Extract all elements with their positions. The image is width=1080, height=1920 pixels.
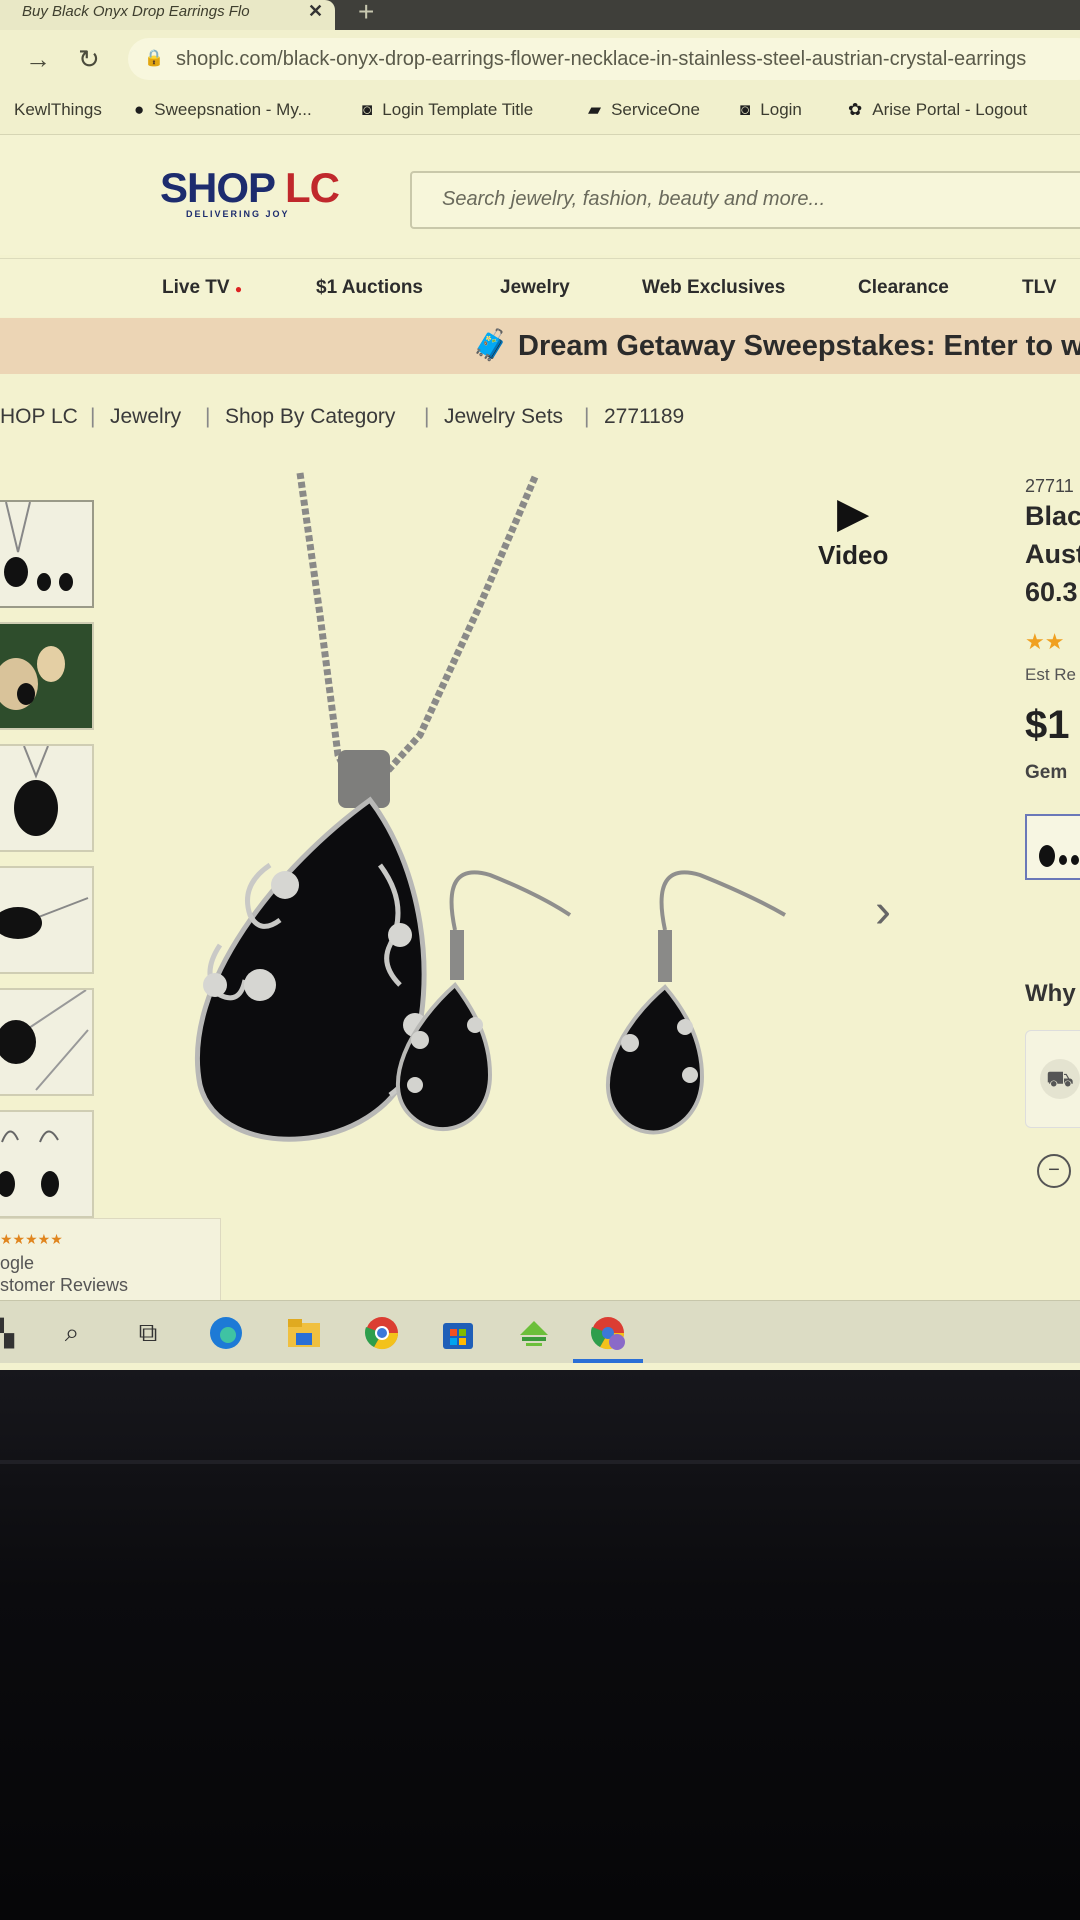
logo-lc-text: LC: [284, 164, 340, 211]
bookmark-site-icon: ●: [134, 100, 145, 119]
browser-tab[interactable]: Buy Black Onyx Drop Earrings Flo ✕: [0, 0, 335, 30]
bookmark-label: Login Template Title: [382, 100, 534, 119]
thumbnail-lifestyle[interactable]: [0, 622, 94, 730]
bookmark-site-icon: ✿: [848, 100, 863, 119]
nav-label: Live TV: [162, 277, 230, 298]
monitor-screen: Buy Black Onyx Drop Earrings Flo ✕ + → ↻…: [0, 0, 1080, 1370]
thumbnail-earrings[interactable]: [0, 1110, 94, 1218]
url-text: shoplc.com/black-onyx-drop-earrings-flow…: [176, 48, 1027, 70]
breadcrumb-sku: 2771189: [604, 405, 685, 428]
breadcrumb-jewelry-sets[interactable]: Jewelry Sets: [444, 405, 563, 429]
reviews-brand-text: ogle: [0, 1253, 35, 1273]
product-price: $1: [1025, 703, 1070, 747]
traveler-icon: 🧳: [472, 329, 510, 362]
breadcrumb-jewelry[interactable]: Jewelry: [110, 405, 181, 429]
forward-arrow-icon[interactable]: →: [25, 44, 51, 75]
bookmark-label: Sweepsnation - My...: [154, 100, 312, 119]
tab-title: Buy Black Onyx Drop Earrings Flo: [22, 3, 250, 20]
monitor-bezel: [0, 1370, 1080, 1920]
variant-swatch[interactable]: [1025, 814, 1080, 880]
new-tab-icon[interactable]: +: [358, 0, 374, 28]
next-image-arrow-icon[interactable]: ›: [875, 884, 891, 939]
site-header: SHOP LC DELIVERING JOY Search jewelry, f…: [0, 135, 1080, 255]
bookmark-label: Arise Portal - Logout: [872, 100, 1028, 119]
store-icon[interactable]: [440, 1315, 476, 1351]
breadcrumb-shop-by-category[interactable]: Shop By Category: [225, 405, 395, 429]
bookmark-site-icon: ▰: [588, 100, 602, 119]
bookmark-label: KewlThings: [14, 100, 102, 119]
windows-taskbar: ▚ ⌕ ⧉: [0, 1300, 1080, 1363]
breadcrumb-separator: |: [90, 405, 96, 428]
logo-shop-text: SHOP: [160, 164, 275, 211]
shipping-card: ⛟: [1025, 1030, 1080, 1128]
minus-circle-icon[interactable]: −: [1037, 1154, 1071, 1188]
reviews-label: stomer Reviews: [0, 1275, 129, 1295]
bezel-edge: [0, 1460, 1080, 1464]
breadcrumb-separator: |: [424, 405, 430, 428]
product-info-panel: 27711 Blac Aust 60.3 ★★ Est Re $1 Gem Wh…: [1025, 476, 1080, 1188]
search-input[interactable]: Search jewelry, fashion, beauty and more…: [410, 171, 1080, 229]
thumbnail-set[interactable]: [0, 500, 94, 608]
bookmark-site-icon: ◙: [740, 100, 751, 119]
live-dot-icon: ●: [234, 282, 243, 296]
browser-tab-strip: Buy Black Onyx Drop Earrings Flo ✕ +: [0, 0, 1080, 30]
app-icon[interactable]: [516, 1315, 552, 1351]
nav-live-tv[interactable]: Live TV ●: [162, 277, 242, 299]
breadcrumb-home[interactable]: HOP LC: [0, 405, 78, 429]
bookmark-login-template[interactable]: ◙ Login Template Title: [362, 100, 533, 120]
url-field[interactable]: 🔒 shoplc.com/black-onyx-drop-earrings-fl…: [128, 38, 1080, 80]
breadcrumb-separator: |: [584, 405, 590, 428]
breadcrumb-separator: |: [205, 405, 211, 428]
thumbnail-angled[interactable]: [0, 988, 94, 1096]
bookmark-label: Login: [760, 100, 802, 119]
promo-banner[interactable]: 🧳 Dream Getaway Sweepstakes: Enter to wi: [0, 318, 1080, 374]
file-explorer-icon[interactable]: [286, 1315, 322, 1351]
promo-text: Dream Getaway Sweepstakes: Enter to wi: [518, 330, 1080, 362]
nav-clearance[interactable]: Clearance: [858, 277, 949, 299]
play-icon: ▶: [837, 489, 870, 536]
video-button[interactable]: ▶ Video: [818, 492, 888, 571]
main-nav: Live TV ● $1 Auctions Jewelry Web Exclus…: [0, 258, 1080, 317]
bookmark-kewlthings[interactable]: KewlThings: [14, 100, 102, 120]
chrome-icon[interactable]: [364, 1315, 400, 1351]
task-view-icon[interactable]: ⧉: [130, 1315, 166, 1351]
bookmark-serviceone[interactable]: ▰ ServiceOne: [588, 100, 700, 120]
bookmark-site-icon: ◙: [362, 100, 373, 119]
product-main-image[interactable]: [120, 465, 880, 1185]
product-title-line: Blac: [1025, 501, 1080, 531]
rating-stars[interactable]: ★★: [1025, 629, 1080, 655]
bookmark-label: ServiceOne: [611, 100, 700, 119]
nav-jewelry[interactable]: Jewelry: [500, 277, 570, 299]
product-sku: 27711: [1025, 476, 1074, 496]
gemstone-label: Gem: [1025, 762, 1068, 783]
shoplc-logo[interactable]: SHOP LC DELIVERING JOY: [160, 164, 340, 220]
close-icon[interactable]: ✕: [308, 1, 323, 22]
lock-icon: 🔒: [144, 50, 164, 67]
active-app-indicator: [573, 1359, 643, 1363]
bookmarks-bar: KewlThings ● Sweepsnation - My... ◙ Login …: [0, 92, 1080, 135]
chrome-profile-icon[interactable]: [590, 1315, 626, 1351]
reviews-stars: ★★★★★: [0, 1231, 63, 1247]
thumbnail-pendant[interactable]: [0, 744, 94, 852]
address-bar-row: → ↻ 🔒 shoplc.com/black-onyx-drop-earring…: [0, 30, 1080, 92]
product-title-line: 60.3: [1025, 577, 1078, 607]
bookmark-arise-portal[interactable]: ✿ Arise Portal - Logout: [848, 100, 1027, 120]
nav-web-exclusives[interactable]: Web Exclusives: [642, 277, 785, 299]
nav-tlv[interactable]: TLV: [1022, 277, 1056, 299]
est-retail-label: Est Re: [1025, 665, 1077, 684]
bookmark-sweepsnation[interactable]: ● Sweepsnation - My...: [134, 100, 312, 120]
thumbnail-side-view[interactable]: [0, 866, 94, 974]
product-title-line: Aust: [1025, 539, 1080, 569]
bookmark-login[interactable]: ◙ Login: [740, 100, 802, 120]
reload-icon[interactable]: ↻: [78, 44, 100, 75]
google-reviews-badge[interactable]: ★★★★★ ogle stomer Reviews: [0, 1218, 221, 1302]
why-buy-heading: Why: [1025, 980, 1076, 1007]
nav-auctions[interactable]: $1 Auctions: [316, 277, 423, 299]
start-icon[interactable]: ▚: [0, 1315, 22, 1351]
video-label: Video: [818, 540, 889, 570]
truck-icon: ⛟: [1040, 1059, 1080, 1099]
search-placeholder: Search jewelry, fashion, beauty and more…: [442, 188, 826, 210]
search-icon[interactable]: ⌕: [54, 1315, 90, 1351]
edge-icon[interactable]: [208, 1315, 244, 1351]
